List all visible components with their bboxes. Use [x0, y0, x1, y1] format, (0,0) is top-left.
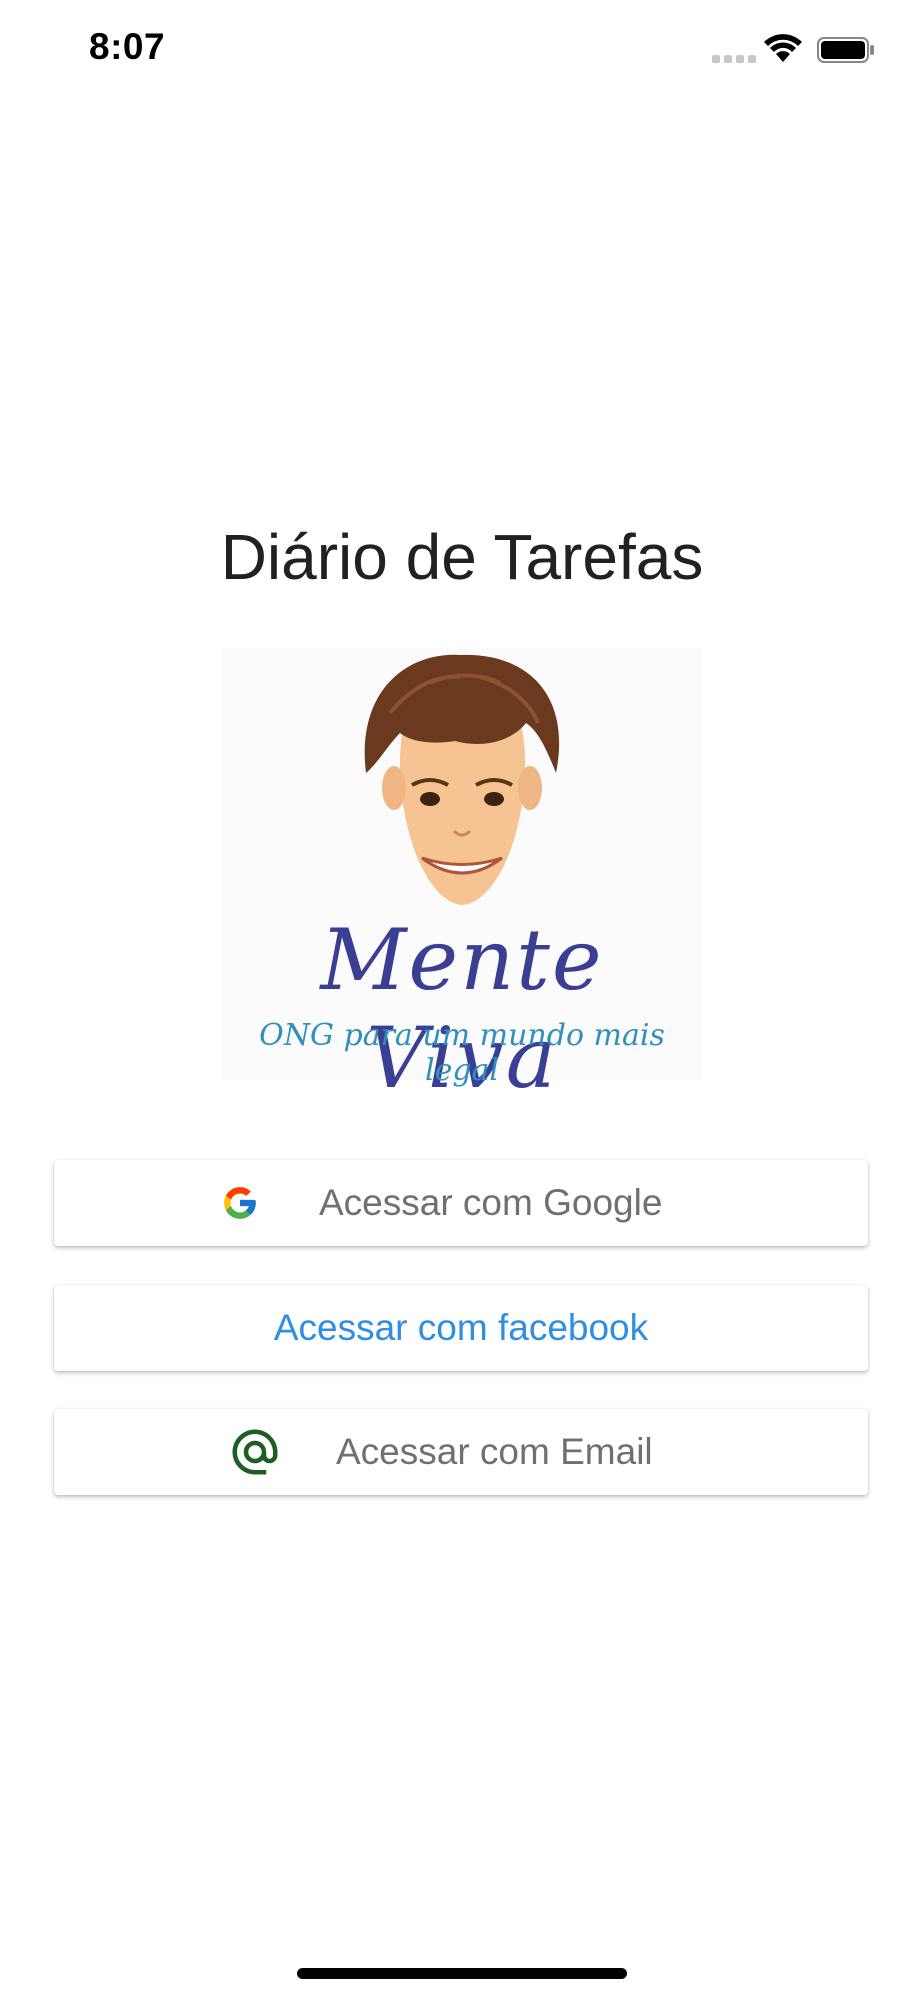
google-login-label: Acessar com Google [319, 1182, 663, 1223]
status-time: 8:07 [89, 26, 166, 67]
home-indicator[interactable] [297, 1968, 627, 1979]
facebook-login-label: Acessar com facebook [273, 1307, 649, 1348]
google-login-button[interactable]: Acessar com Google [54, 1160, 868, 1246]
page-title: Diário de Tarefas [220, 521, 704, 593]
boy-face-illustration [364, 654, 560, 905]
at-sign-icon [232, 1429, 278, 1475]
battery-icon [817, 37, 874, 63]
google-icon [224, 1187, 256, 1219]
mente-viva-logo: Mente Viva ONG para um mundo mais legal [222, 648, 702, 1107]
email-login-button[interactable]: Acessar com Email [54, 1409, 868, 1495]
cellular-signal-icon [712, 55, 756, 63]
status-bar: 8:07 [0, 0, 924, 100]
logo-tagline: ONG para um mundo mais legal [259, 1018, 665, 1088]
facebook-login-button[interactable]: Acessar com facebook [54, 1285, 868, 1371]
email-login-label: Acessar com Email [336, 1431, 653, 1472]
wifi-icon [764, 34, 802, 62]
